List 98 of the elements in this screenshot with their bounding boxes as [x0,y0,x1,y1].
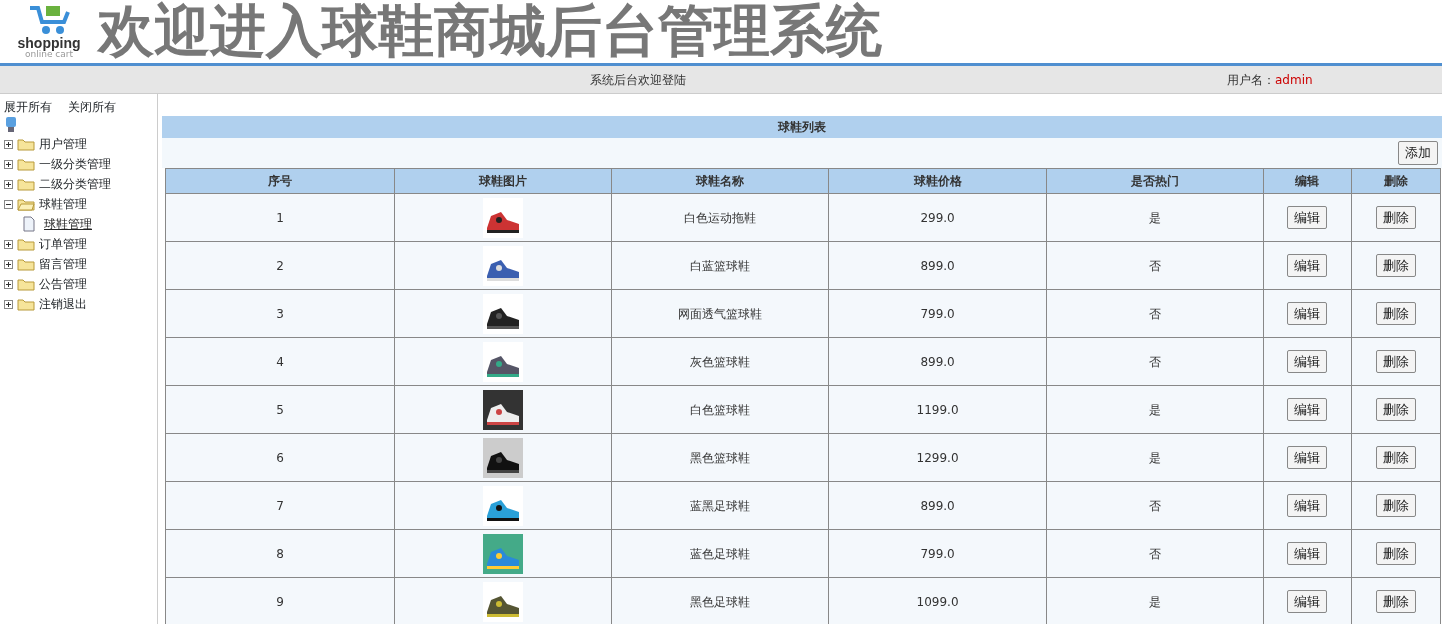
table-cell: 899.0 [829,337,1047,386]
table-cell: 是 [1046,193,1264,242]
table-cell: 黑色足球鞋 [611,577,829,624]
table-cell: 蓝色足球鞋 [611,529,829,578]
delete-button[interactable]: 删除 [1375,397,1416,422]
column-header: 球鞋名称 [611,168,829,194]
table-cell: 2 [165,241,395,290]
folder-icon [17,177,35,191]
table-cell: 4 [165,337,395,386]
folder-icon [17,297,35,311]
expand-icon[interactable] [4,279,13,289]
table-cell: 899.0 [829,481,1047,530]
page-title: 欢迎进入球鞋商城后台管理系统 [98,3,882,59]
column-header: 球鞋价格 [829,168,1047,194]
tree-item[interactable]: 用户管理 [39,135,87,153]
column-header: 编辑 [1263,168,1352,194]
table-cell: 白色篮球鞋 [611,385,829,434]
table-cell: 白蓝篮球鞋 [611,241,829,290]
delete-button[interactable]: 删除 [1375,253,1416,278]
table-cell: 1199.0 [829,385,1047,434]
table-cell: 1299.0 [829,433,1047,482]
column-header: 球鞋图片 [394,168,612,194]
edit-button[interactable]: 编辑 [1287,349,1328,374]
column-header: 删除 [1351,168,1441,194]
edit-button[interactable]: 编辑 [1287,397,1328,422]
table-cell: 否 [1046,289,1264,338]
folder-icon [17,277,35,291]
table-cell: 899.0 [829,241,1047,290]
table-cell: 否 [1046,241,1264,290]
delete-button[interactable]: 删除 [1375,301,1416,326]
edit-button[interactable]: 编辑 [1287,493,1328,518]
panel-title: 球鞋列表 [778,119,826,136]
delete-button[interactable]: 删除 [1375,445,1416,470]
table-cell: 网面透气篮球鞋 [611,289,829,338]
table-cell: 灰色篮球鞋 [611,337,829,386]
tree-child-link[interactable]: 球鞋管理 [44,215,92,233]
table-cell: 799.0 [829,529,1047,578]
tree-item[interactable]: 公告管理 [39,275,87,293]
logo-text: shopping [17,36,81,50]
edit-button[interactable]: 编辑 [1287,589,1328,614]
table-cell: 白色运动拖鞋 [611,193,829,242]
welcome-text: 系统后台欢迎登陆 [588,71,687,89]
table-cell: 蓝黑足球鞋 [611,481,829,530]
table-cell: 1099.0 [829,577,1047,624]
table-cell: 3 [165,289,395,338]
logo-subtext: online cart [25,50,73,59]
column-header: 是否热门 [1046,168,1264,194]
expand-icon[interactable] [4,239,13,249]
table-cell: 1 [165,193,395,242]
tree-item[interactable]: 一级分类管理 [39,155,111,173]
edit-button[interactable]: 编辑 [1287,301,1328,326]
expand-icon[interactable] [4,259,13,269]
tree-item[interactable]: 注销退出 [39,295,87,313]
user-name: admin [1275,71,1313,89]
document-icon [22,216,36,232]
tree-item[interactable]: 球鞋管理 [39,195,87,213]
folder-icon [17,157,35,171]
open-folder-icon [17,197,35,211]
table-cell: 5 [165,385,395,434]
computer-icon [4,116,18,134]
table-cell: 黑色篮球鞋 [611,433,829,482]
tree-item[interactable]: 留言管理 [39,255,87,273]
collapse-all-link[interactable]: 关闭所有 [68,98,116,116]
expand-icon[interactable] [4,139,13,149]
column-header: 序号 [165,168,395,194]
table-cell: 8 [165,529,395,578]
table-cell: 否 [1046,337,1264,386]
table-cell: 299.0 [829,193,1047,242]
tree-item[interactable]: 二级分类管理 [39,175,111,193]
edit-button[interactable]: 编辑 [1287,445,1328,470]
expand-icon[interactable] [4,299,13,309]
table-cell: 6 [165,433,395,482]
delete-button[interactable]: 删除 [1375,205,1416,230]
edit-button[interactable]: 编辑 [1287,253,1328,278]
table-cell: 9 [165,577,395,624]
tree-item[interactable]: 订单管理 [39,235,87,253]
table-cell: 否 [1046,481,1264,530]
collapse-icon[interactable] [4,199,13,209]
user-label: 用户名： [1227,71,1275,89]
delete-button[interactable]: 删除 [1375,541,1416,566]
table-cell: 是 [1046,385,1264,434]
add-button[interactable]: 添加 [1398,141,1438,165]
expand-icon[interactable] [4,179,13,189]
table-cell: 是 [1046,577,1264,624]
table-cell: 7 [165,481,395,530]
table-cell: 否 [1046,529,1264,578]
table-cell: 是 [1046,433,1264,482]
delete-button[interactable]: 删除 [1375,589,1416,614]
folder-icon [17,137,35,151]
folder-icon [17,237,35,251]
folder-icon [17,257,35,271]
expand-all-link[interactable]: 展开所有 [4,98,52,116]
edit-button[interactable]: 编辑 [1287,205,1328,230]
edit-button[interactable]: 编辑 [1287,541,1328,566]
delete-button[interactable]: 删除 [1375,349,1416,374]
expand-icon[interactable] [4,159,13,169]
delete-button[interactable]: 删除 [1375,493,1416,518]
table-cell: 799.0 [829,289,1047,338]
